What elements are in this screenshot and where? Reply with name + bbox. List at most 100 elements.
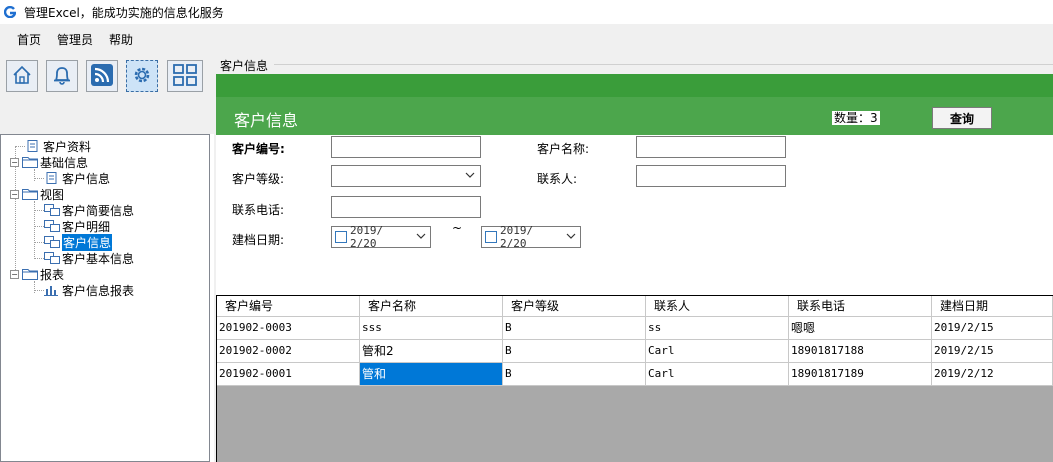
tree-item-label: 客户明细 (62, 219, 111, 234)
collapse-toggle[interactable]: − (10, 269, 19, 279)
table-cell[interactable]: B (503, 317, 646, 340)
bell-icon (51, 64, 73, 89)
view-icon (44, 236, 60, 248)
rss-button[interactable] (86, 60, 118, 92)
customer-no-input[interactable] (331, 136, 481, 158)
gear-icon (131, 64, 153, 89)
table-cell[interactable]: 18901817188 (789, 340, 932, 363)
table-cell[interactable]: ss (646, 317, 789, 340)
table-row[interactable]: 201902-0003 sss B ss 嗯嗯 2019/2/15 (217, 317, 1053, 340)
tree-item-customer-detail[interactable]: 客户明细 (34, 218, 110, 234)
tree-connector (15, 145, 25, 147)
phone-input[interactable] (331, 196, 481, 218)
notifications-button[interactable] (46, 60, 78, 92)
table-cell[interactable]: Carl (646, 340, 789, 363)
collapse-toggle[interactable]: − (10, 157, 19, 167)
window-title: 管理Excel，能成功实施的信息化服务 (24, 5, 224, 20)
table-cell-selected[interactable]: 管和 (360, 363, 503, 386)
tree-connector (34, 289, 44, 291)
column-header[interactable]: 联系人 (646, 296, 789, 317)
table-cell[interactable]: 201902-0003 (217, 317, 360, 340)
toolbar (0, 54, 214, 134)
tree-item-label-selected: 客户信息 (62, 233, 113, 251)
tree-item-views[interactable]: − 视图 (10, 186, 64, 202)
customer-table: 客户编号 客户名称 客户等级 联系人 联系电话 建档日期 201902-0003… (216, 295, 1053, 462)
menu-admin[interactable]: 管理员 (50, 31, 100, 48)
tree-item-label: 视图 (40, 187, 65, 202)
tree-item-customer-summary[interactable]: 客户简要信息 (34, 202, 134, 218)
date-to-picker[interactable]: 2019/ 2/20 (481, 224, 581, 250)
customer-level-select[interactable] (331, 165, 481, 187)
date-to-value: 2019/ 2/20 (500, 224, 534, 250)
panel-banner: 客户信息 数量：3 查询 (216, 97, 1053, 135)
table-cell[interactable]: 2019/2/15 (932, 340, 1053, 363)
create-date-label: 建档日期: (232, 233, 285, 247)
column-header[interactable]: 联系电话 (789, 296, 932, 317)
customer-name-input[interactable] (636, 136, 786, 158)
table-cell[interactable]: 201902-0002 (217, 340, 360, 363)
query-button[interactable]: 查询 (932, 107, 992, 129)
tree-item-customer-data[interactable]: 客户资料 (15, 138, 91, 154)
customer-name-label: 客户名称: (537, 142, 590, 156)
rss-icon (90, 63, 114, 90)
folder-icon (22, 156, 38, 168)
view-icon (44, 204, 60, 216)
grid-icon (172, 63, 198, 90)
title-bar: 管理Excel，能成功实施的信息化服务 (0, 0, 1053, 24)
tree-item-customer-basic-info[interactable]: 客户基本信息 (34, 250, 134, 266)
view-icon (44, 252, 60, 264)
date-from-checkbox[interactable] (335, 231, 347, 243)
dashboard-button[interactable] (167, 60, 203, 92)
document-icon (44, 172, 58, 184)
table-row[interactable]: 201902-0002 管和2 B Carl 18901817188 2019/… (217, 340, 1053, 363)
group-divider (274, 64, 1053, 65)
column-header[interactable]: 建档日期 (932, 296, 1053, 317)
banner-strip (216, 74, 1053, 97)
table-cell[interactable]: 2019/2/15 (932, 317, 1053, 340)
tree-item-label: 客户简要信息 (62, 203, 135, 218)
contact-label: 联系人: (537, 172, 578, 186)
collapse-toggle[interactable]: − (10, 189, 19, 199)
table-cell[interactable]: 管和2 (360, 340, 503, 363)
table-cell[interactable]: 18901817189 (789, 363, 932, 386)
folder-icon (22, 268, 38, 280)
date-from-picker[interactable]: 2019/ 2/20 (331, 224, 431, 250)
tree-item-customer-report[interactable]: 客户信息报表 (34, 282, 134, 298)
table-cell[interactable]: Carl (646, 363, 789, 386)
group-caption: 客户信息 (220, 57, 272, 74)
contact-input[interactable] (636, 165, 786, 187)
table-row[interactable]: 201902-0001 管和 B Carl 18901817189 2019/2… (217, 363, 1053, 386)
menu-help[interactable]: 帮助 (102, 31, 140, 48)
tree-item-label: 基础信息 (40, 155, 89, 170)
table-header: 客户编号 客户名称 客户等级 联系人 联系电话 建档日期 (217, 296, 1053, 317)
settings-button[interactable] (126, 60, 158, 92)
tree-item-reports[interactable]: − 报表 (10, 266, 64, 282)
customer-no-label: 客户编号: (232, 142, 285, 156)
phone-label: 联系电话: (232, 203, 285, 217)
tree-item-label: 客户基本信息 (62, 251, 135, 266)
table-cell[interactable]: B (503, 340, 646, 363)
document-icon (25, 140, 39, 152)
table-cell[interactable]: 嗯嗯 (789, 317, 932, 340)
column-header[interactable]: 客户编号 (217, 296, 360, 317)
customer-info-panel: 客户信息 客户信息 数量：3 查询 客户编号: 客户名称: 客户等级: 联系人:… (214, 54, 1053, 462)
customer-level-label: 客户等级: (232, 172, 285, 186)
table-cell[interactable]: 2019/2/12 (932, 363, 1053, 386)
tree-item-label: 客户信息 (62, 171, 111, 186)
column-header[interactable]: 客户等级 (503, 296, 646, 317)
date-from-value: 2019/ 2/20 (350, 224, 384, 250)
tree-item-customer-info-view[interactable]: 客户信息 (34, 233, 113, 251)
tree-item-label: 报表 (40, 267, 65, 282)
table-cell[interactable]: sss (360, 317, 503, 340)
table-cell[interactable]: B (503, 363, 646, 386)
date-to-checkbox[interactable] (485, 231, 497, 243)
chevron-down-icon (416, 231, 430, 244)
tree-item-customer-info[interactable]: 客户信息 (34, 170, 110, 186)
tree-item-basic-info[interactable]: − 基础信息 (10, 154, 88, 170)
menu-home[interactable]: 首页 (10, 31, 48, 48)
column-header[interactable]: 客户名称 (360, 296, 503, 317)
home-button[interactable] (6, 60, 38, 92)
tree-connector (34, 225, 44, 227)
table-cell[interactable]: 201902-0001 (217, 363, 360, 386)
search-form: 客户编号: 客户名称: 客户等级: 联系人: 联系电话: 建档日期: 2019/… (216, 135, 1053, 295)
